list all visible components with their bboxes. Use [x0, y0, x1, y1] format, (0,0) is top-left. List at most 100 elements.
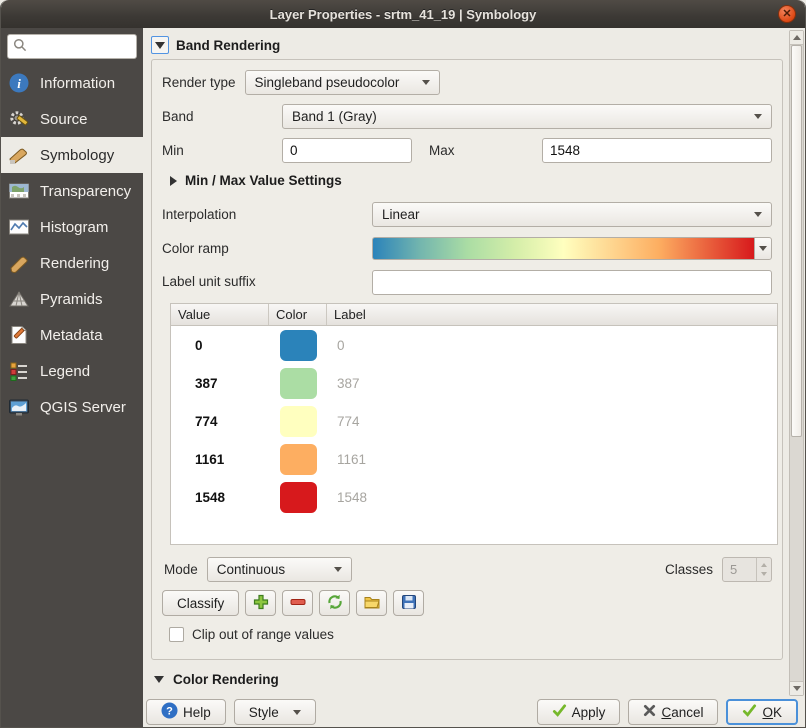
dialog-footer: ? Help Style Apply Cancel OK [143, 697, 805, 727]
spinner-arrows-icon[interactable] [756, 558, 771, 581]
chevron-down-icon [422, 80, 430, 85]
help-button[interactable]: ? Help [146, 699, 226, 725]
refresh-icon [326, 593, 344, 614]
band-rendering-header[interactable]: Band Rendering [151, 36, 789, 54]
titlebar[interactable]: Layer Properties - srtm_41_19 | Symbolog… [1, 0, 805, 28]
save-button[interactable] [393, 590, 424, 616]
open-folder-icon [363, 593, 381, 614]
sidebar-item-metadata[interactable]: Metadata [1, 317, 143, 353]
table-row[interactable]: 774 774 [171, 402, 777, 440]
remove-icon [289, 593, 307, 614]
color-swatch[interactable] [280, 330, 317, 361]
band-label: Band [162, 109, 282, 124]
scroll-down-icon[interactable] [790, 681, 803, 695]
table-row[interactable]: 1548 1548 [171, 478, 777, 516]
value-cell[interactable]: 1548 [171, 490, 269, 505]
metadata-icon [8, 324, 34, 346]
apply-button[interactable]: Apply [537, 699, 621, 725]
label-unit-suffix-input[interactable] [372, 270, 772, 295]
minmax-settings-header[interactable]: Min / Max Value Settings [170, 173, 772, 188]
table-header[interactable]: Value Color Label [171, 304, 777, 326]
color-ramp-preview[interactable] [372, 237, 754, 260]
sidebar-item-label: Legend [40, 363, 90, 380]
collapse-triangle-icon[interactable] [151, 36, 169, 54]
max-input[interactable] [542, 138, 772, 163]
open-folder-button[interactable] [356, 590, 387, 616]
qgis-server-icon [8, 396, 34, 418]
color-swatch[interactable] [280, 368, 317, 399]
color-ramp-menu-button[interactable] [754, 237, 772, 260]
sidebar-item-symbology[interactable]: Symbology [1, 137, 143, 173]
remove-button[interactable] [282, 590, 313, 616]
chevron-down-icon [754, 114, 762, 119]
color-cell [269, 444, 327, 475]
label-unit-suffix-label: Label unit suffix [162, 274, 372, 290]
sidebar-item-label: QGIS Server [40, 399, 126, 416]
value-column-header[interactable]: Value [171, 304, 269, 325]
clip-checkbox[interactable] [169, 627, 184, 642]
scrollbar-thumb[interactable] [791, 45, 802, 437]
pyramids-icon [8, 288, 34, 310]
sidebar-item-histogram[interactable]: Histogram [1, 209, 143, 245]
mode-select[interactable]: Continuous [207, 557, 352, 582]
cross-icon [643, 704, 656, 720]
sidebar: iInformationSource Symbology Transparency H… [1, 28, 143, 727]
style-button[interactable]: Style [234, 699, 316, 725]
label-cell[interactable]: 1161 [327, 452, 777, 467]
symbology-icon [8, 144, 34, 166]
band-select[interactable]: Band 1 (Gray) [282, 104, 772, 129]
search-box[interactable] [7, 34, 137, 59]
symbology-page: Band Rendering Render type Singleband ps… [143, 28, 789, 697]
color-rendering-header[interactable]: Color Rendering [154, 672, 789, 687]
source-icon [8, 108, 34, 130]
table-row[interactable]: 1161 1161 [171, 440, 777, 478]
vertical-scrollbar[interactable] [789, 30, 804, 696]
classes-label: Classes [665, 562, 713, 577]
sidebar-item-qgis-server[interactable]: QGIS Server [1, 389, 143, 425]
sidebar-item-rendering[interactable]: Rendering [1, 245, 143, 281]
save-icon [400, 593, 418, 614]
classes-spinner[interactable]: 5 [722, 557, 772, 582]
color-swatch[interactable] [280, 406, 317, 437]
add-button[interactable] [245, 590, 276, 616]
label-column-header[interactable]: Label [327, 304, 777, 325]
color-column-header[interactable]: Color [269, 304, 327, 325]
table-row[interactable]: 00 [171, 326, 777, 364]
transparency-icon [8, 180, 34, 202]
value-cell[interactable]: 1161 [171, 452, 269, 467]
sidebar-item-label: Pyramids [40, 291, 103, 308]
main-panel: Band Rendering Render type Singleband ps… [143, 28, 805, 727]
band-rendering-title: Band Rendering [176, 38, 280, 53]
search-icon [13, 38, 27, 55]
interpolation-select[interactable]: Linear [372, 202, 772, 227]
close-icon[interactable]: ✕ [778, 5, 796, 23]
label-cell[interactable]: 0 [327, 338, 777, 353]
color-map-table[interactable]: Value Color Label 0038738777477411611161… [170, 303, 778, 545]
label-cell[interactable]: 774 [327, 414, 777, 429]
sidebar-item-information[interactable]: iInformation [1, 65, 143, 101]
sidebar-item-label: Transparency [40, 183, 131, 200]
interpolation-label: Interpolation [162, 207, 372, 222]
sidebar-item-pyramids[interactable]: Pyramids [1, 281, 143, 317]
value-cell[interactable]: 0 [171, 338, 269, 353]
render-type-label: Render type [162, 75, 236, 90]
label-cell[interactable]: 387 [327, 376, 777, 391]
ok-button[interactable]: OK [726, 699, 798, 725]
label-cell[interactable]: 1548 [327, 490, 777, 505]
color-swatch[interactable] [280, 482, 317, 513]
cancel-button[interactable]: Cancel [628, 699, 718, 725]
table-row[interactable]: 387 387 [171, 364, 777, 402]
scroll-up-icon[interactable] [790, 31, 803, 45]
value-cell[interactable]: 387 [171, 376, 269, 391]
search-input[interactable] [27, 40, 127, 54]
sidebar-item-transparency[interactable]: Transparency [1, 173, 143, 209]
min-input[interactable] [282, 138, 412, 163]
sidebar-item-source[interactable]: Source [1, 101, 143, 137]
value-cell[interactable]: 774 [171, 414, 269, 429]
sidebar-item-label: Symbology [40, 147, 114, 164]
sidebar-item-legend[interactable]: Legend [1, 353, 143, 389]
render-type-select[interactable]: Singleband pseudocolor [245, 70, 440, 95]
refresh-button[interactable] [319, 590, 350, 616]
color-swatch[interactable] [280, 444, 317, 475]
classify-button[interactable]: Classify [162, 590, 239, 616]
